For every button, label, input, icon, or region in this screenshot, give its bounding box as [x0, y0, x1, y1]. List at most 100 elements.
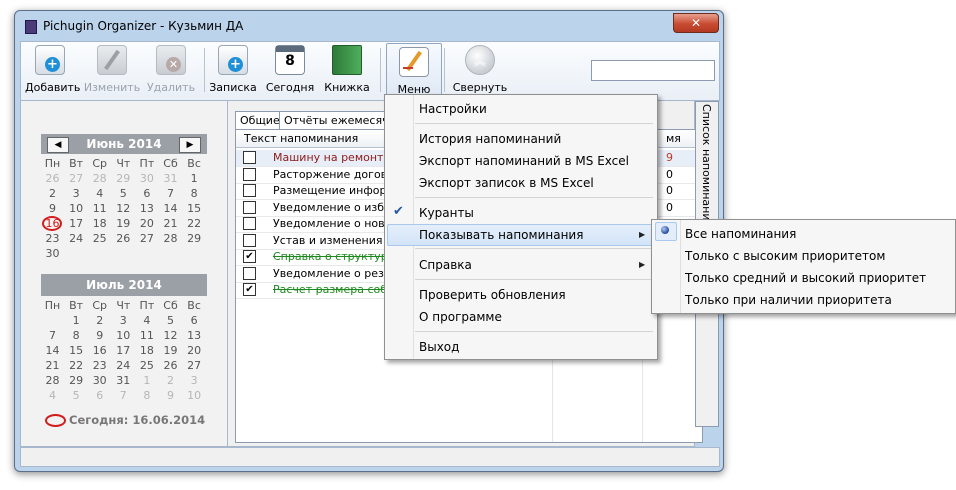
menu-item-check-updates[interactable]: Проверить обновления: [419, 288, 566, 302]
calendar-day[interactable]: 10: [183, 389, 206, 402]
calendar-day[interactable]: 4: [41, 389, 64, 402]
calendar-day[interactable]: 3: [112, 314, 135, 327]
column-header-time[interactable]: мя: [666, 132, 681, 145]
calendar-day[interactable]: 8: [183, 187, 206, 200]
calendar-day[interactable]: 16: [88, 344, 111, 357]
calendar-day[interactable]: 20: [135, 217, 158, 230]
calendar-day[interactable]: 4: [135, 314, 158, 327]
calendar-day[interactable]: 28: [41, 374, 64, 387]
today-indicator[interactable]: Сегодня: 16.06.2014: [45, 413, 205, 427]
calendar-day[interactable]: 17: [112, 344, 135, 357]
calendar-day[interactable]: 8: [65, 329, 88, 342]
calendar-day[interactable]: 3: [183, 374, 206, 387]
calendar-day[interactable]: 2: [88, 314, 111, 327]
calendar-day[interactable]: 13: [135, 202, 158, 215]
calendar-day[interactable]: 1: [65, 314, 88, 327]
tab-general[interactable]: Общие: [235, 111, 281, 129]
search-input[interactable]: [591, 60, 715, 81]
menu-item-help[interactable]: Справка: [419, 258, 472, 272]
calendar-day[interactable]: 24: [65, 232, 88, 245]
title-bar[interactable]: Pichugin Organizer - Кузьмин ДА ✕: [15, 11, 723, 41]
calendar-day[interactable]: 9: [88, 329, 111, 342]
calendar-day[interactable]: 3: [65, 187, 88, 200]
calendar-day[interactable]: 30: [135, 172, 158, 185]
calendar-day[interactable]: 30: [88, 374, 111, 387]
calendar-day[interactable]: 29: [183, 232, 206, 245]
calendar-day[interactable]: 10: [65, 202, 88, 215]
row-checkbox[interactable]: ✔: [243, 250, 256, 263]
calendar-day[interactable]: 5: [159, 314, 182, 327]
calendar-day[interactable]: 21: [41, 359, 64, 372]
calendar-day[interactable]: 5: [65, 389, 88, 402]
menu-item-history[interactable]: История напоминаний: [419, 132, 561, 146]
calendar-day[interactable]: 18: [135, 344, 158, 357]
tab-monthly-reports[interactable]: Отчёты ежемесячные: [279, 111, 391, 129]
close-button[interactable]: ✕: [673, 13, 719, 33]
calendar-day[interactable]: 6: [135, 187, 158, 200]
calendar-day[interactable]: 21: [159, 217, 182, 230]
calendar-day[interactable]: 1: [183, 172, 206, 185]
calendar-day[interactable]: 2: [159, 374, 182, 387]
calendar-day[interactable]: 29: [112, 172, 135, 185]
calendar-day[interactable]: 16: [41, 217, 64, 230]
calendar-day[interactable]: 28: [88, 172, 111, 185]
calendar-day[interactable]: 27: [65, 172, 88, 185]
calendar-day[interactable]: 28: [159, 232, 182, 245]
menu-item-export-notes[interactable]: Экспорт записок в MS Excel: [419, 176, 594, 190]
calendar-day[interactable]: 2: [41, 187, 64, 200]
calendar-day[interactable]: 20: [183, 344, 206, 357]
calendar-day[interactable]: 7: [41, 329, 64, 342]
calendar-day[interactable]: 27: [135, 232, 158, 245]
calendar-day[interactable]: 31: [112, 374, 135, 387]
calendar-day[interactable]: 7: [112, 389, 135, 402]
menu-item-chimes[interactable]: Куранты: [419, 206, 474, 220]
calendar-day[interactable]: 25: [135, 359, 158, 372]
calendar-day[interactable]: 24: [112, 359, 135, 372]
calendar-day[interactable]: 1: [135, 374, 158, 387]
menu-item-exit[interactable]: Выход: [419, 340, 459, 354]
calendar-day[interactable]: 14: [41, 344, 64, 357]
menu-item-settings[interactable]: Настройки: [419, 102, 487, 116]
calendar-day[interactable]: 17: [65, 217, 88, 230]
row-checkbox[interactable]: [243, 200, 256, 214]
calendar-day[interactable]: 26: [112, 232, 135, 245]
calendar-day[interactable]: 4: [88, 187, 111, 200]
calendar-day[interactable]: 6: [183, 314, 206, 327]
calendar-day[interactable]: 13: [183, 329, 206, 342]
today-button[interactable]: 8 Сегодня: [265, 45, 315, 99]
collapse-button[interactable]: ︽ Свернуть: [449, 45, 511, 99]
add-button[interactable]: + Добавить: [25, 45, 80, 99]
row-checkbox[interactable]: ✔: [243, 283, 256, 296]
calendar-day[interactable]: 25: [88, 232, 111, 245]
calendar-day[interactable]: 9: [159, 389, 182, 402]
calendar-day[interactable]: 7: [159, 187, 182, 200]
submenu-item-high-priority[interactable]: Только с высоким приоритетом: [685, 249, 885, 263]
calendar-day[interactable]: 31: [159, 172, 182, 185]
row-checkbox[interactable]: [243, 167, 256, 181]
calendar-day[interactable]: 11: [88, 202, 111, 215]
calendar-day[interactable]: 9: [41, 202, 64, 215]
menu-item-export-reminders[interactable]: Экспорт напоминаний в MS Excel: [419, 154, 629, 168]
submenu-item-medium-high-priority[interactable]: Только средний и высокий приоритет: [685, 271, 926, 285]
row-checkbox[interactable]: [243, 184, 256, 197]
calendar-day[interactable]: 8: [135, 389, 158, 402]
calendar-day[interactable]: 19: [112, 217, 135, 230]
delete-button[interactable]: ✕ Удалить: [143, 45, 199, 99]
calendar-day[interactable]: 29: [65, 374, 88, 387]
edit-button[interactable]: Изменить: [83, 45, 141, 99]
menu-item-about[interactable]: О программе: [419, 310, 502, 324]
menu-item-show-reminders[interactable]: Показывать напоминания: [419, 228, 583, 242]
calendar-day[interactable]: 11: [135, 329, 158, 342]
calendar-day[interactable]: 26: [159, 359, 182, 372]
calendar-day[interactable]: 22: [65, 359, 88, 372]
submenu-item-all[interactable]: Все напоминания: [685, 227, 796, 241]
calendar-day[interactable]: 23: [88, 359, 111, 372]
calendar-day[interactable]: 6: [88, 389, 111, 402]
column-header-text[interactable]: Текст напоминания: [244, 132, 358, 145]
book-button[interactable]: Книжка: [323, 45, 371, 99]
calendar-day[interactable]: 23: [41, 232, 64, 245]
calendar-day[interactable]: 19: [159, 344, 182, 357]
calendar-day[interactable]: 26: [41, 172, 64, 185]
next-month-button[interactable]: ▶: [179, 137, 201, 153]
calendar-day[interactable]: 14: [159, 202, 182, 215]
